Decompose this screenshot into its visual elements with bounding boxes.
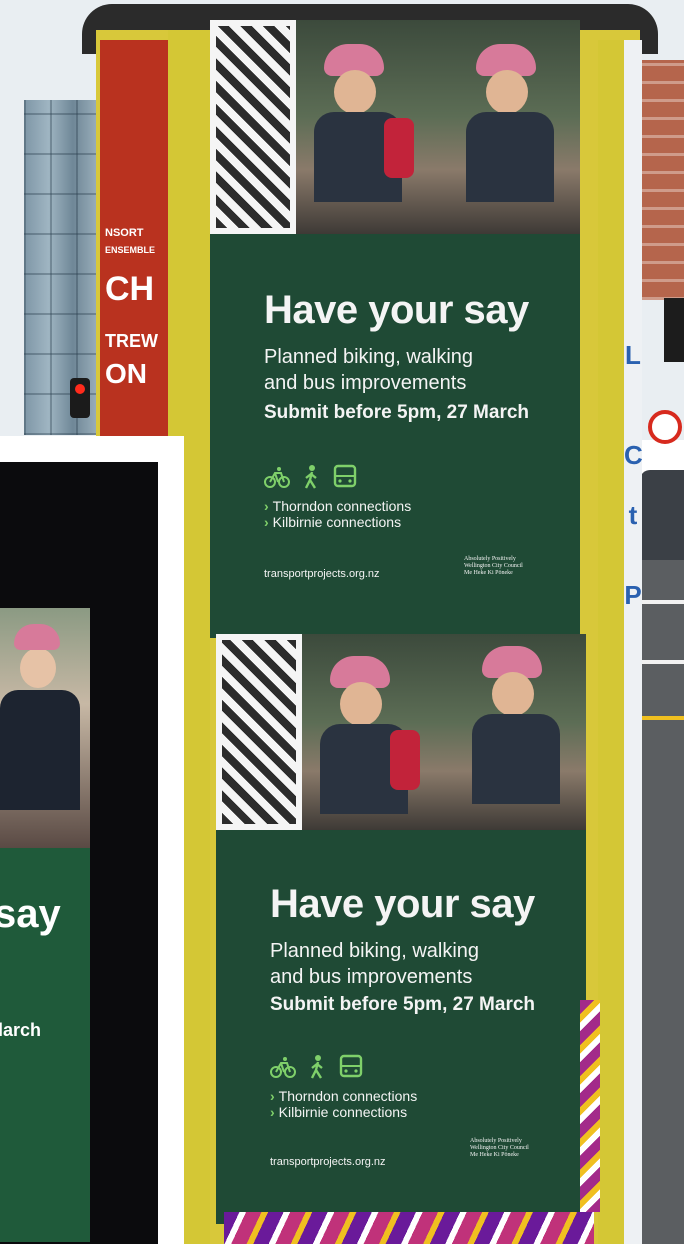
council-logo: Absolutely Positively Wellington City Co…: [470, 1138, 529, 1158]
white-side-poster: [624, 40, 642, 1244]
inset-deadline-fragment: larch: [0, 1020, 42, 1040]
connection-item: › Kilbirnie connections: [264, 514, 402, 530]
glass-building: [24, 100, 106, 435]
road-marking: [640, 660, 684, 664]
bike-icon: [270, 1057, 296, 1078]
inset-cyclist-helmet: [14, 624, 60, 650]
decorative-artwork: [224, 1212, 594, 1244]
no-turn-sign-icon: [648, 410, 682, 444]
red-lamp: [75, 384, 85, 394]
inset-cyclist-face: [20, 648, 56, 688]
poutama-pattern: [210, 20, 296, 234]
inset-cyclist: [0, 690, 80, 810]
council-logo: Absolutely Positively Wellington City Co…: [464, 556, 523, 576]
chevron-right-icon: ›: [270, 1104, 275, 1120]
road-marking: [640, 716, 684, 720]
poster-deadline: Submit before 5pm, 27 March: [264, 402, 530, 423]
road-marking: [640, 600, 684, 604]
chevron-right-icon: ›: [264, 498, 269, 514]
red-poster-text: CH: [105, 270, 155, 308]
poster-subtitle: and bus improvements: [264, 372, 467, 394]
cyclist-right: [446, 34, 576, 204]
transport-mode-icons: [270, 1054, 364, 1080]
red-poster-text: NSORT: [105, 227, 144, 239]
walk-icon: [310, 1055, 323, 1079]
poster-url: transportprojects.org.nz: [264, 568, 380, 580]
connection-item: › Kilbirnie connections: [270, 1104, 408, 1120]
poster-subtitle: Planned biking, walking: [270, 940, 480, 962]
cyclist-left: [294, 34, 424, 204]
side-poster-letter: P: [624, 580, 642, 610]
red-poster-text: ON: [105, 358, 147, 389]
traffic-light: [70, 378, 90, 418]
chevron-right-icon: ›: [264, 514, 269, 530]
transport-mode-icons: [264, 464, 358, 490]
poster-subtitle: Planned biking, walking: [264, 346, 474, 368]
poster-top: Have your say Planned biking, walking an…: [210, 20, 580, 638]
poster-url: transportprojects.org.nz: [270, 1156, 386, 1168]
cyclist-left: [300, 646, 430, 816]
decorative-artwork: [580, 1000, 600, 1212]
poster-headline: Have your say: [270, 882, 535, 926]
bike-icon: [264, 467, 290, 488]
bus-icon: [333, 464, 357, 488]
poster-subtitle: and bus improvements: [270, 966, 473, 988]
side-poster-letter: C: [624, 440, 643, 470]
red-poster-text: TREW: [105, 331, 158, 351]
chevron-right-icon: ›: [270, 1088, 275, 1104]
side-poster-letter: L: [625, 340, 641, 370]
side-poster-letter: t: [628, 500, 638, 530]
brick-building: [640, 60, 684, 300]
poster-photo: [210, 20, 580, 234]
cyclist-right: [452, 636, 582, 806]
traffic-light-right: [664, 298, 684, 362]
bus-icon: [339, 1054, 363, 1078]
poster-photo: [216, 634, 586, 830]
poster-headline: Have your say: [264, 288, 529, 332]
walk-icon: [304, 465, 317, 489]
red-poster-text: ENSEMBLE: [105, 245, 156, 255]
poster-bottom: Have your say Planned biking, walking an…: [216, 634, 586, 1224]
inset-headline-fragment: say: [0, 892, 61, 936]
poutama-pattern: [216, 634, 302, 830]
connection-item: › Thorndon connections: [270, 1088, 418, 1104]
poster-deadline: Submit before 5pm, 27 March: [270, 994, 536, 1015]
connection-item: › Thorndon connections: [264, 498, 412, 514]
